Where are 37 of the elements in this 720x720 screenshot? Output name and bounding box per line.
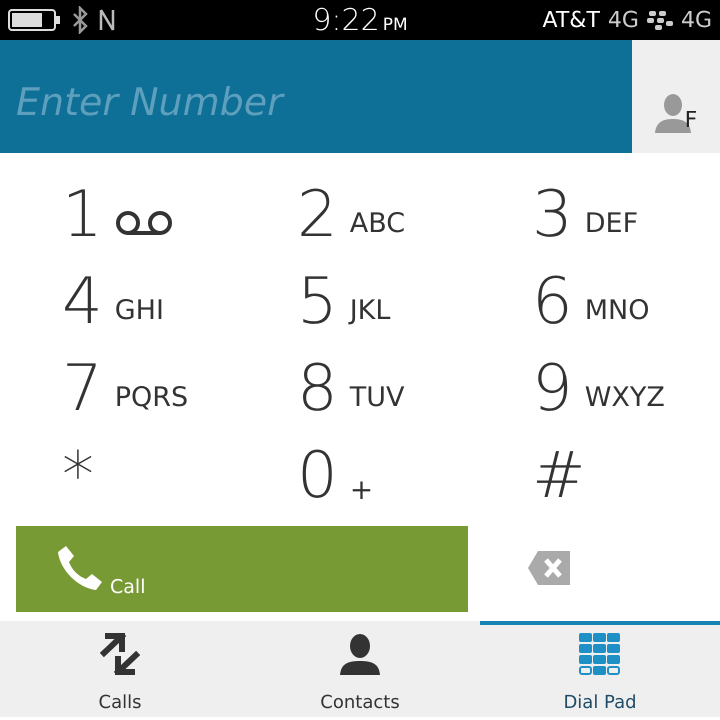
dial-key[interactable]: 5 JKL xyxy=(235,258,470,345)
dial-key[interactable]: # xyxy=(470,432,720,519)
clock-time: 9:22 xyxy=(312,2,380,38)
backspace-button[interactable] xyxy=(528,550,570,588)
battery-icon xyxy=(8,8,62,32)
key-letters: WXYZ xyxy=(584,382,665,413)
dial-key[interactable]: 1 xyxy=(0,171,235,258)
key-letters: PQRS xyxy=(114,382,188,413)
dial-key[interactable]: 9 WXYZ xyxy=(470,345,720,432)
key-letters: DEF xyxy=(584,208,638,239)
key-letters: JKL xyxy=(350,295,390,326)
dial-key[interactable]: 0 + xyxy=(235,432,470,519)
dial-key[interactable]: 7 PQRS xyxy=(0,345,235,432)
clock-ampm: PM xyxy=(382,15,408,35)
network-type: 4G xyxy=(680,8,712,32)
dial-key[interactable]: 6 MNO xyxy=(470,258,720,345)
number-field[interactable]: Enter Number xyxy=(0,40,632,153)
carrier-name: AT&T xyxy=(542,8,600,32)
key-letters: ABC xyxy=(350,208,406,239)
dial-key[interactable]: 3 DEF xyxy=(470,171,720,258)
voicemail-icon xyxy=(114,210,173,236)
key-letters: TUV xyxy=(350,382,404,413)
dialpad-icon xyxy=(579,633,621,675)
arrows-icon xyxy=(100,633,140,675)
person-icon xyxy=(339,633,381,675)
network-type: 4G xyxy=(608,8,639,32)
key-letters: MNO xyxy=(584,295,650,326)
dial-key[interactable]: 2 ABC xyxy=(235,171,470,258)
blackberry-icon xyxy=(646,10,673,30)
dial-key[interactable]: 8 TUV xyxy=(235,345,470,432)
dial-key[interactable]: 4 GHI xyxy=(0,258,235,345)
phone-icon xyxy=(56,544,104,592)
plus-sign: + xyxy=(350,473,374,506)
key-letters: GHI xyxy=(114,295,164,326)
dial-key[interactable]: * xyxy=(0,432,235,519)
bluetooth-icon xyxy=(72,6,88,34)
contact-letter: F xyxy=(684,108,698,133)
